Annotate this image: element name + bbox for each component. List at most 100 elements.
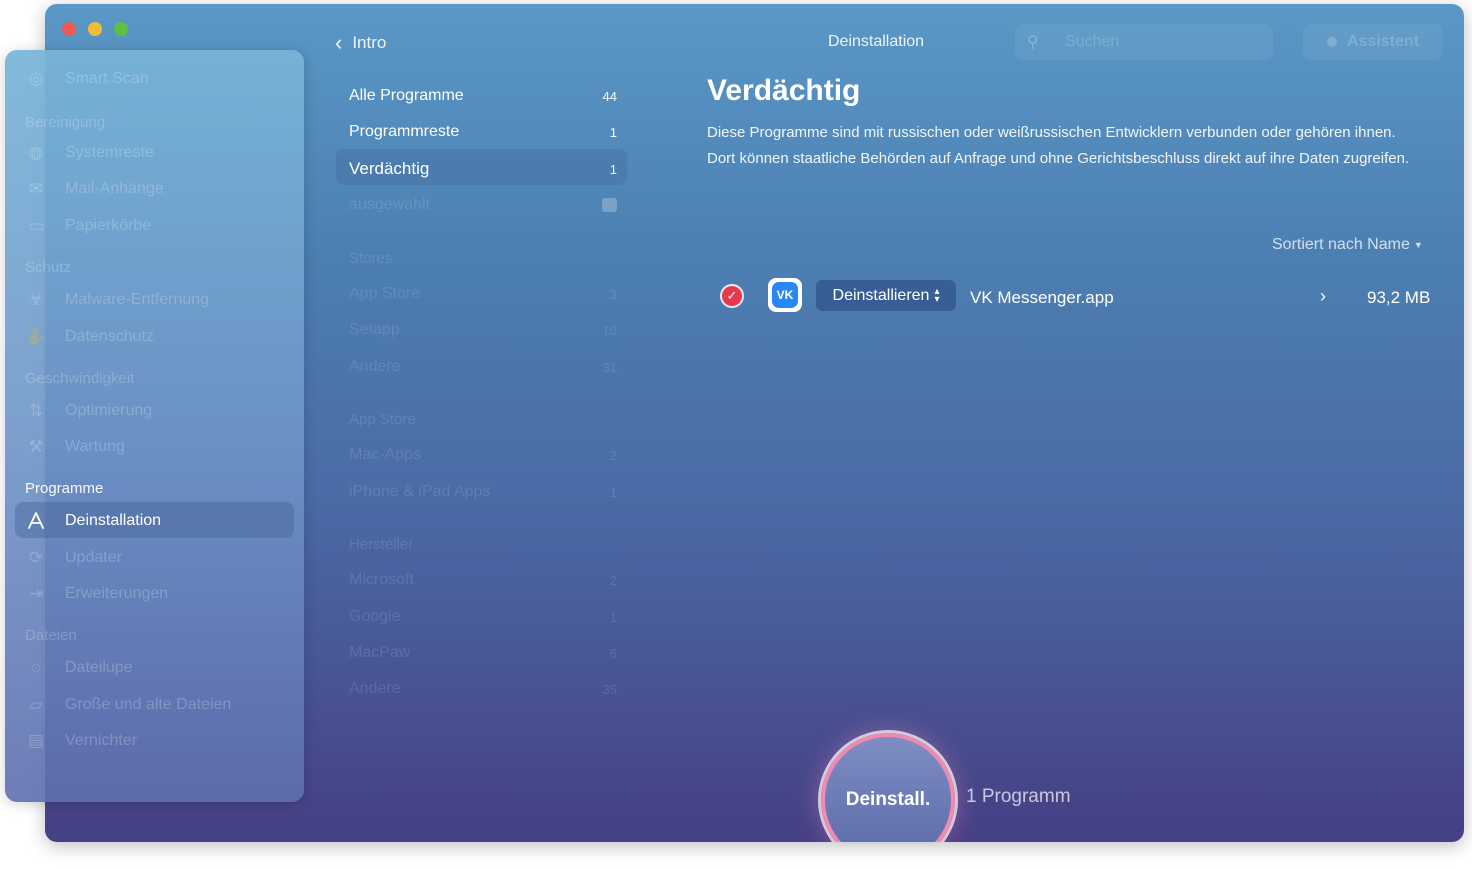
- sidebar-item-label: Systemreste: [65, 144, 154, 161]
- folder-icon: ▱: [29, 695, 43, 714]
- category-label: MacPaw: [349, 644, 411, 661]
- category-label: Verdächtig: [349, 159, 430, 178]
- category-other-stores[interactable]: Andere 31: [349, 358, 617, 376]
- sidebar-item-label: Vernichter: [65, 732, 138, 749]
- sort-dropdown[interactable]: Sortiert nach Name ▼: [1272, 236, 1423, 254]
- sidebar-item-malware-removal[interactable]: ☣ Malware-Entfernung: [25, 285, 209, 315]
- search-icon: ⚲: [1027, 34, 1039, 51]
- sidebar-item-large-old-files[interactable]: ▱ Große und alte Dateien: [25, 690, 231, 720]
- category-app-store[interactable]: App Store 3: [349, 285, 617, 303]
- biohazard-icon: ☣: [28, 290, 44, 309]
- window-title: Deinstallation: [828, 33, 925, 50]
- sidebar-item-label: Datenschutz: [65, 328, 154, 345]
- category-leftovers[interactable]: Programmreste 1: [349, 123, 617, 141]
- appstore-glyph: [28, 512, 44, 529]
- category-other-vendors[interactable]: Andere 35: [349, 680, 617, 698]
- category-count: 10: [602, 322, 617, 338]
- sidebar-item-trash-bins[interactable]: ▭ Papierkörbe: [25, 211, 151, 241]
- assistant-dot-icon: [1326, 37, 1337, 47]
- category-selected[interactable]: ausgewählt 1: [349, 196, 617, 214]
- trash-icon: ▭: [27, 216, 45, 235]
- sidebar-item-label: Wartung: [65, 438, 125, 455]
- sidebar-item-label: Smart Scan: [65, 70, 149, 87]
- category-count: 35: [602, 681, 617, 697]
- category-count: 3: [609, 286, 617, 302]
- category-label: Andere: [349, 680, 401, 697]
- sidebar-item-privacy[interactable]: ✋ Datenschutz: [25, 322, 154, 352]
- update-icon: ⟳: [28, 548, 44, 567]
- category-label: Microsoft: [349, 571, 414, 588]
- sidebar-item-label: Malware-Entfernung: [65, 291, 210, 308]
- sidebar-item-system-junk[interactable]: ◍ Systemreste: [25, 138, 154, 168]
- sidebar-item-mail-attachments[interactable]: ✉ Mail-Anhänge: [25, 174, 164, 204]
- search-field[interactable]: ⚲ Suchen: [1015, 24, 1273, 60]
- category-count: 6: [609, 645, 617, 661]
- sidebar-item-shredder[interactable]: ▤ Vernichter: [25, 726, 137, 756]
- assistant-button[interactable]: Assistent: [1303, 24, 1443, 60]
- app-action-select[interactable]: Deinstallieren ▴ ▾: [816, 280, 956, 311]
- uninstall-button-label: Deinstall.: [845, 789, 931, 810]
- sidebar-item-space-lens[interactable]: ◌ Dateilupe: [25, 653, 133, 683]
- close-window-button[interactable]: [62, 22, 76, 36]
- category-label: iPhone & iPad Apps: [349, 483, 491, 500]
- chevron-left-icon: ‹: [335, 30, 343, 55]
- category-count: 2: [609, 447, 617, 463]
- sidebar-section-protection: Schutz: [25, 259, 71, 276]
- mail-icon: ✉: [28, 179, 44, 198]
- sidebar-item-label: Papierkörbe: [65, 217, 152, 234]
- sidebar-item-optimization[interactable]: ⇅ Optimierung: [25, 396, 152, 426]
- category-label: Andere: [349, 358, 401, 375]
- sidebar-item-maintenance[interactable]: ⚒ Wartung: [25, 432, 125, 462]
- category-suspicious[interactable]: Verdächtig 1: [349, 159, 617, 179]
- page-description: Diese Programme sind mit russischen oder…: [707, 124, 1410, 167]
- appstore-icon: [25, 510, 47, 532]
- app-action-label: Deinstallieren: [832, 286, 930, 304]
- vk-logo: VK: [772, 282, 798, 308]
- back-button[interactable]: ‹ Intro: [335, 30, 386, 56]
- sidebar-item-label: Große und alte Dateien: [65, 696, 232, 713]
- back-label: Intro: [352, 33, 387, 52]
- assistant-label: Assistent: [1346, 33, 1420, 50]
- systemreste-icon: ◍: [28, 143, 44, 162]
- vk-app-icon: VK: [768, 278, 802, 312]
- sidebar-item-extensions[interactable]: ⇥ Erweiterungen: [25, 579, 168, 609]
- sidebar-item-updater[interactable]: ⟳ Updater: [25, 543, 122, 573]
- category-microsoft[interactable]: Microsoft 2: [349, 571, 617, 589]
- app-checkbox[interactable]: ✓: [722, 286, 742, 306]
- sidebar-item-label: Deinstallation: [65, 512, 162, 529]
- minimize-window-button[interactable]: [88, 22, 102, 36]
- sidebar-section-cleanup: Bereinigung: [25, 114, 106, 131]
- category-label: App Store: [349, 285, 421, 302]
- sidebar-item-uninstaller[interactable]: Deinstallation: [25, 506, 161, 536]
- category-count: 1: [609, 124, 617, 140]
- zoom-window-button[interactable]: [114, 22, 128, 36]
- chevron-right-icon[interactable]: ›: [1320, 286, 1326, 307]
- category-count: 1: [609, 484, 617, 500]
- group-header-vendor: Hersteller: [349, 536, 414, 553]
- category-iphone-ipad-apps[interactable]: iPhone & iPad Apps 1: [349, 483, 617, 501]
- uninstall-button[interactable]: Deinstall.: [821, 733, 955, 842]
- sidebar-item-label: Mail-Anhänge: [65, 180, 164, 197]
- category-google[interactable]: Google 1: [349, 608, 617, 626]
- app-name: VK Messenger.app: [970, 288, 1114, 307]
- category-count: 2: [609, 572, 617, 588]
- category-count: 1: [609, 609, 617, 625]
- category-all-programs[interactable]: Alle Programme 44: [349, 87, 617, 105]
- group-header-stores: Stores: [349, 250, 393, 267]
- sidebar-section-programs: Programme: [25, 480, 104, 497]
- lens-icon: ◌: [30, 658, 42, 677]
- category-label: Google: [349, 608, 401, 625]
- shredder-icon: ▤: [27, 731, 45, 750]
- category-macpaw[interactable]: MacPaw 6: [349, 644, 617, 662]
- category-setapp[interactable]: Setapp 10: [349, 321, 617, 339]
- page-title: Verdächtig: [707, 74, 861, 107]
- sidebar-item-label: Updater: [65, 549, 122, 566]
- sort-label: Sortiert nach Name: [1272, 236, 1410, 253]
- category-mac-apps[interactable]: Mac-Apps 2: [349, 446, 617, 464]
- category-label: Setapp: [349, 321, 400, 338]
- search-placeholder: Suchen: [1065, 33, 1120, 50]
- sidebar-item-smart-scan[interactable]: ◎ Smart Scan: [25, 64, 149, 94]
- category-label: ausgewählt: [349, 196, 430, 213]
- sidebar: ◎ Smart Scan Bereinigung ◍ Systemreste ✉…: [5, 50, 304, 802]
- hand-icon: ✋: [25, 327, 47, 346]
